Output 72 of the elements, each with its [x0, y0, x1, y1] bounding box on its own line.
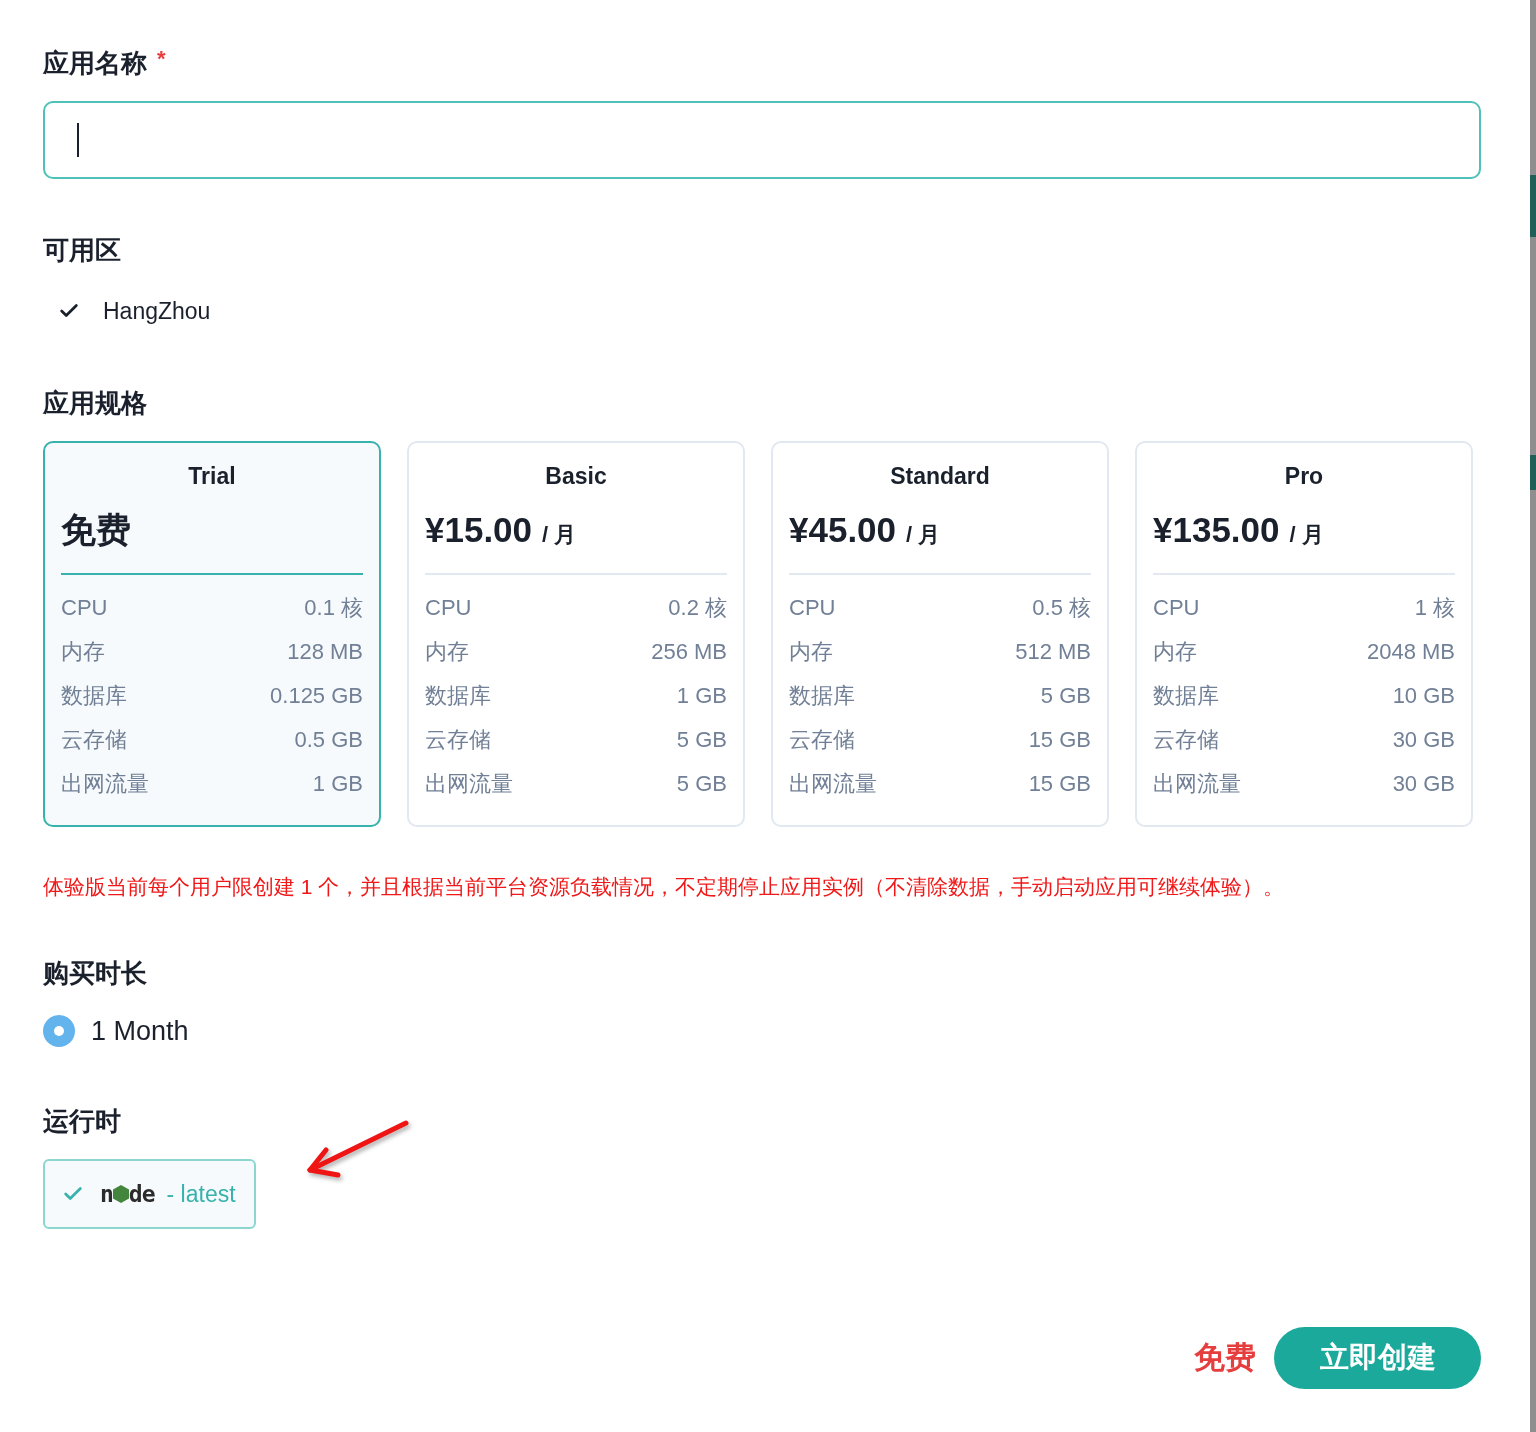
spec-label: CPU: [1153, 595, 1200, 621]
spec-label: 内存: [61, 638, 105, 666]
spec-value: 5 GB: [1040, 683, 1091, 709]
section-label: 购买时长: [43, 957, 147, 990]
plan-price: ¥135.00: [1153, 509, 1280, 551]
hexagon-icon: [112, 1185, 129, 1203]
spec-label: CPU: [425, 595, 472, 621]
plan-name: Pro: [1284, 462, 1324, 491]
radio-button[interactable]: [43, 1015, 75, 1047]
spec-value: 0.5 核: [1032, 594, 1091, 622]
spec-value: 15 GB: [1028, 771, 1091, 797]
price-unit: / 月: [1289, 521, 1324, 549]
spec-label: 内存: [1153, 638, 1197, 666]
section-label: 可用区: [43, 234, 121, 267]
spec-label: 出网流量: [789, 770, 877, 798]
field-label: 应用名称: [43, 47, 147, 80]
runtime-option[interactable]: n de - latest: [43, 1159, 256, 1229]
logo-text: de: [128, 1181, 155, 1207]
section-label: 应用规格: [43, 387, 147, 420]
spec-label: CPU: [789, 595, 836, 621]
logo-text: n: [100, 1181, 113, 1207]
spec-label: 出网流量: [61, 770, 149, 798]
total-price: 免费: [1194, 1339, 1256, 1377]
plan-card[interactable]: Pro ¥135.00 / 月 CPU 1 核 内存 2048 MB 数据库 10 GB 云存储 30 GB 出网流量 30 GB: [1135, 441, 1473, 827]
plan-name: Basic: [545, 462, 607, 491]
spec-value: 1 核: [1414, 594, 1455, 622]
radio-label: 1 Month: [91, 1015, 189, 1047]
plan-card[interactable]: Standard ¥45.00 / 月 CPU 0.5 核 内存 512 MB 数据库 5 GB 云存储 15 GB 出网流量 15 GB: [771, 441, 1109, 827]
required-mark: *: [157, 48, 166, 70]
spec-label: 出网流量: [425, 770, 513, 798]
spec-value: 5 GB: [676, 727, 727, 753]
spec-label: 数据库: [425, 682, 491, 710]
plan-name: Trial: [188, 462, 236, 491]
spec-label: 内存: [425, 638, 469, 666]
notice-text: 体验版当前每个用户限创建 1 个，并且根据当前平台资源负载情况，不定期停止应用实例（不清除数据，手动启动应用可继续体验）。: [43, 874, 1285, 900]
spec-label: 云存储: [61, 726, 127, 754]
spec-label: 数据库: [789, 682, 855, 710]
spec-label: 数据库: [1153, 682, 1219, 710]
spec-value: 10 GB: [1392, 683, 1455, 709]
price-unit: / 月: [542, 521, 577, 549]
spec-value: 0.1 核: [304, 594, 363, 622]
plan-price: 免费: [61, 509, 131, 551]
zone-option[interactable]: HangZhou: [43, 296, 215, 326]
spec-value: 1 GB: [312, 771, 363, 797]
spec-label: 数据库: [61, 682, 127, 710]
input-field[interactable]: [43, 101, 1481, 179]
plan-card[interactable]: Basic ¥15.00 / 月 CPU 0.2 核 内存 256 MB 数据库 1 GB 云存储 5 GB 出网流量 5 GB: [407, 441, 745, 827]
spec-value: 1 GB: [676, 683, 727, 709]
spec-value: 256 MB: [651, 639, 727, 665]
spec-label: 出网流量: [1153, 770, 1241, 798]
spec-value: 5 GB: [676, 771, 727, 797]
spec-value: 0.125 GB: [270, 683, 363, 709]
text-cursor: [77, 123, 79, 157]
plan-card[interactable]: Trial 免费 CPU 0.1 核 内存 128 MB 数据库 0.125 GB 云存储 0.5 GB 出网流量 1 GB: [43, 441, 381, 827]
spec-value: 30 GB: [1392, 727, 1455, 753]
spec-value: 128 MB: [287, 639, 363, 665]
section-label: 运行时: [43, 1105, 121, 1138]
spec-label: 云存储: [425, 726, 491, 754]
spec-label: 云存储: [789, 726, 855, 754]
spec-label: 云存储: [1153, 726, 1219, 754]
spec-value: 2048 MB: [1366, 639, 1455, 665]
spec-label: 内存: [789, 638, 833, 666]
plan-name: Standard: [890, 462, 990, 491]
spec-label: CPU: [61, 595, 108, 621]
spec-value: 0.2 核: [668, 594, 727, 622]
price-unit: / 月: [906, 521, 941, 549]
spec-value: 30 GB: [1392, 771, 1455, 797]
plan-price: ¥45.00: [789, 509, 897, 551]
spec-value: 15 GB: [1028, 727, 1091, 753]
plan-price: ¥15.00: [425, 509, 533, 551]
spec-value: 0.5 GB: [294, 727, 363, 753]
spec-value: 512 MB: [1015, 639, 1091, 665]
